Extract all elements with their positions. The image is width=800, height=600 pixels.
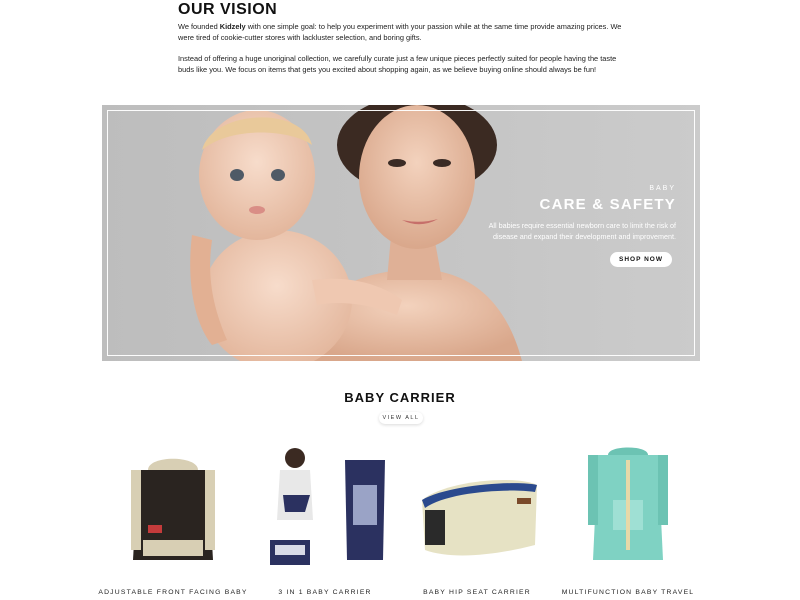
vision-p1-prefix: We founded (178, 22, 220, 31)
product-card[interactable]: ADJUSTABLE FRONT FACING BABY (93, 440, 253, 596)
vision-paragraph-2: Instead of offering a huge unoriginal co… (178, 54, 617, 74)
product-card[interactable]: BABY HIP SEAT CARRIER (397, 440, 557, 596)
vision-heading: OUR VISION (178, 1, 278, 18)
multifunction-carrier-image[interactable] (558, 440, 698, 580)
hero-banner[interactable]: BABY CARE & SAFETY All babies require es… (102, 105, 700, 361)
front-facing-carrier-image[interactable] (113, 440, 233, 580)
our-vision-section: OUR VISION We founded Kidzely with one s… (178, 0, 623, 75)
brand-name: Kidzely (219, 22, 246, 31)
section-title: BABY CARRIER (344, 390, 456, 405)
shop-now-button[interactable]: SHOP NOW (610, 252, 672, 267)
banner-caption: BABY CARE & SAFETY All babies require es… (476, 185, 676, 267)
product-title[interactable]: MULTIFUNCTION BABY TRAVEL (548, 589, 708, 596)
banner-description: All babies require essential newborn car… (488, 221, 676, 241)
view-all-button[interactable]: VIEW ALL (379, 412, 423, 424)
banner-kicker: BABY (649, 185, 676, 192)
three-in-one-carrier-image[interactable] (255, 440, 395, 580)
vision-paragraph-1: We founded Kidzely with one simple goal:… (178, 21, 623, 43)
product-title[interactable]: 3 IN 1 BABY CARRIER (245, 589, 405, 596)
product-card[interactable]: 3 IN 1 BABY CARRIER (245, 440, 405, 596)
hip-seat-carrier-image[interactable] (407, 440, 547, 580)
product-card[interactable]: MULTIFUNCTION BABY TRAVEL (548, 440, 708, 596)
banner-title: CARE & SAFETY (539, 196, 676, 213)
product-title[interactable]: BABY HIP SEAT CARRIER (397, 589, 557, 596)
product-title[interactable]: ADJUSTABLE FRONT FACING BABY (93, 589, 253, 596)
